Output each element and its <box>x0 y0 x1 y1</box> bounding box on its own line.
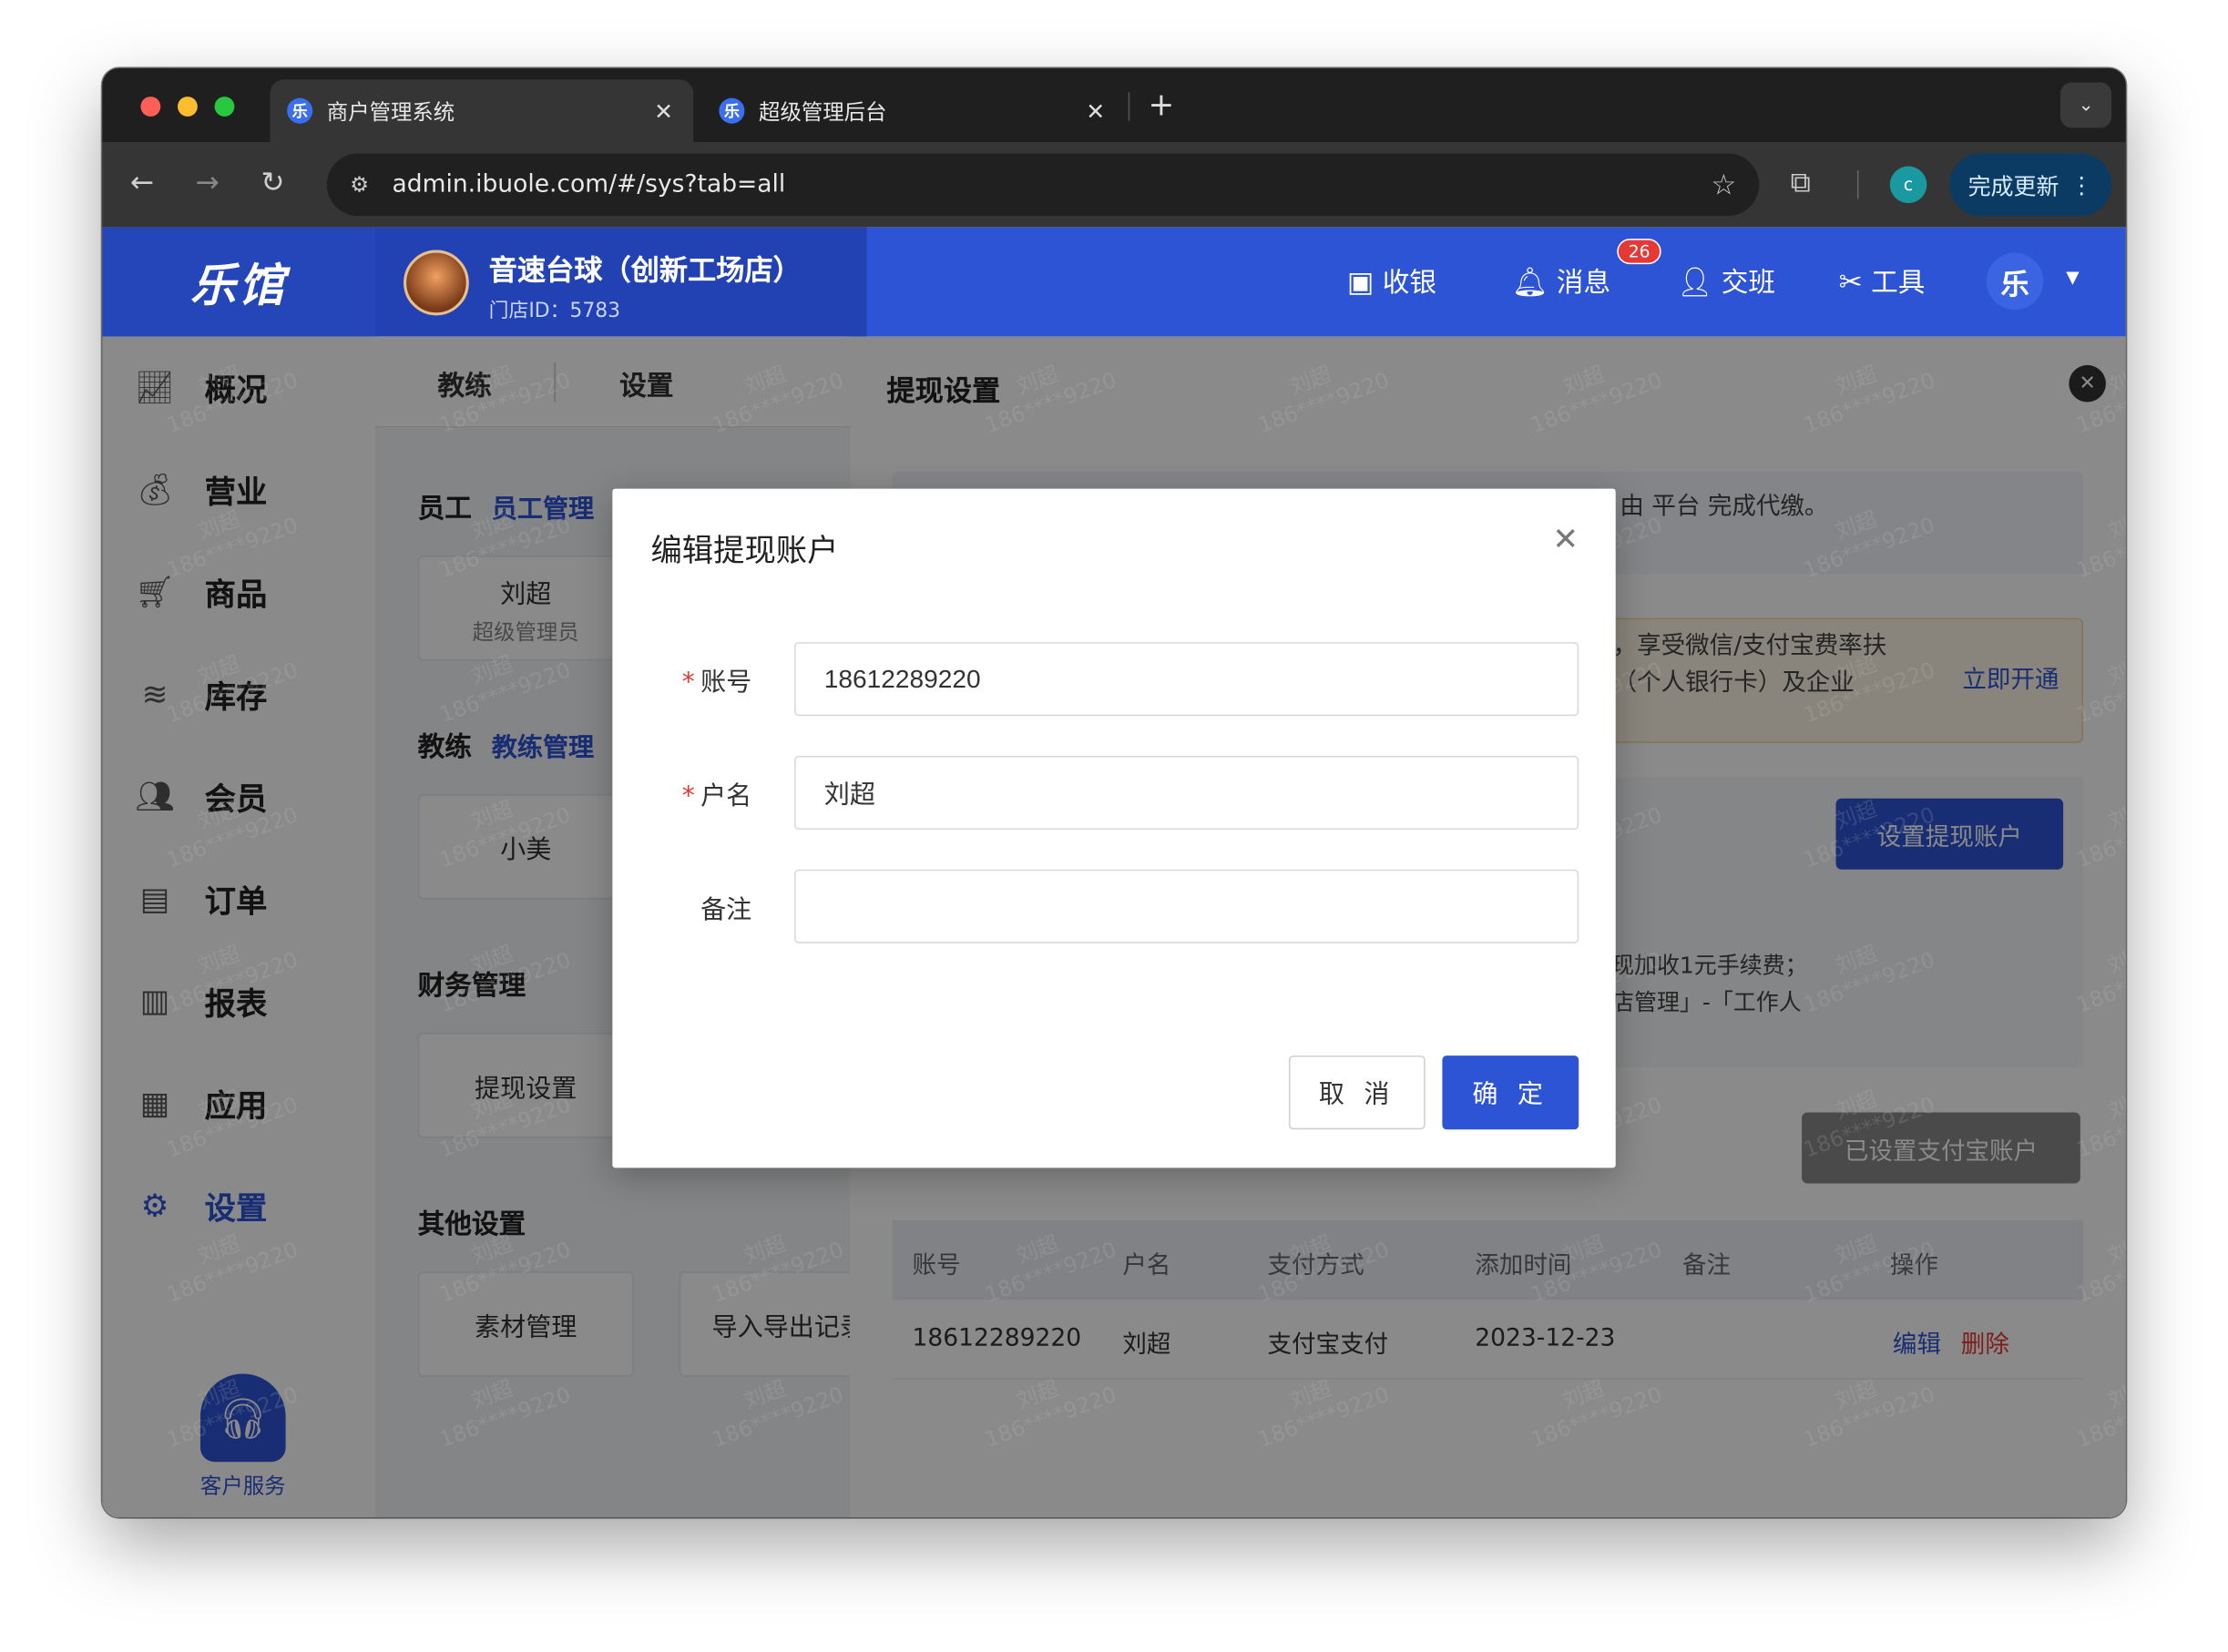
close-icon[interactable]: ✕ <box>650 97 676 125</box>
logo-text: 乐馆 <box>190 258 288 312</box>
name-input[interactable] <box>794 755 1579 831</box>
tab-search-button[interactable]: ⌄ <box>2060 82 2112 128</box>
cancel-button[interactable]: 取 消 <box>1288 1055 1426 1130</box>
edit-account-dialog: 编辑提现账户 ✕ *账号 *户名 备注 取 消 确 定 <box>612 488 1616 1168</box>
browser-window: 乐 商户管理系统 ✕ 乐 超级管理后台 ✕ + ⌄ ← → ↻ ⚙ admin.… <box>102 67 2126 1518</box>
dialog-title: 编辑提现账户 <box>650 534 839 570</box>
more-vert-icon: ⋮ <box>2070 170 2093 199</box>
tools-button[interactable]: ✂ 工具 <box>1839 261 1926 300</box>
update-label: 完成更新 <box>1967 173 2059 200</box>
close-icon[interactable]: ✕ <box>1083 97 1109 125</box>
back-icon[interactable]: ← <box>122 165 162 199</box>
tab-super-admin[interactable]: 乐 超级管理后台 ✕ <box>702 79 1126 142</box>
caret-down-icon[interactable]: ▼ <box>2066 267 2079 287</box>
forward-icon[interactable]: → <box>188 165 228 199</box>
name-label-text: 户名 <box>700 780 752 811</box>
tab-merchant-system[interactable]: 乐 商户管理系统 ✕ <box>270 79 694 142</box>
favicon-icon: 乐 <box>719 97 745 124</box>
store-avatar <box>404 250 469 316</box>
bookmark-star-icon[interactable]: ☆ <box>1711 168 1736 201</box>
messages-button[interactable]: 🔔︎ 消息 <box>1512 261 1610 300</box>
tools-icon: ✂ <box>1838 263 1863 298</box>
cashier-label: 收银 <box>1382 267 1437 299</box>
reload-icon[interactable]: ↻ <box>253 165 293 199</box>
messages-label: 消息 <box>1556 267 1611 299</box>
app-header: 乐馆 音速台球（创新工场店） 门店ID：5783 ▣ 收银 🔔︎ 消息 26 👤… <box>102 227 2126 337</box>
new-tab-icon[interactable]: + <box>1148 88 1174 124</box>
user-switch-icon: 👤︎ <box>1676 263 1713 298</box>
toolbar-divider <box>1856 170 1859 199</box>
handover-button[interactable]: 👤︎ 交班 <box>1677 261 1775 300</box>
site-info-icon[interactable]: ⚙ <box>338 163 381 206</box>
cashier-button[interactable]: ▣ 收银 <box>1347 261 1436 300</box>
account-label: * 账号 <box>678 662 751 699</box>
profile-avatar[interactable]: c <box>1889 166 1927 204</box>
remark-input[interactable] <box>794 869 1579 943</box>
account-input[interactable] <box>794 642 1579 717</box>
confirm-button[interactable]: 确 定 <box>1442 1055 1579 1130</box>
store-name: 音速台球（创新工场店） <box>488 252 802 288</box>
required-mark: * <box>681 668 695 698</box>
remark-label: 备注 <box>700 894 752 925</box>
tab-title: 超级管理后台 <box>759 98 887 125</box>
required-mark: * <box>681 780 695 811</box>
tab-strip: 乐 商户管理系统 ✕ 乐 超级管理后台 ✕ + ⌄ <box>102 67 2126 142</box>
extensions-icon[interactable]: ⧉ <box>1791 165 1811 199</box>
account-label-text: 账号 <box>700 668 752 698</box>
user-avatar[interactable]: 乐 <box>1986 252 2044 311</box>
store-id: 门店ID：5783 <box>488 300 621 323</box>
handover-label: 交班 <box>1721 267 1776 299</box>
name-label: * 户名 <box>678 776 751 813</box>
screenshot-stage: 乐 商户管理系统 ✕ 乐 超级管理后台 ✕ + ⌄ ← → ↻ ⚙ admin.… <box>0 0 2228 1652</box>
tab-title: 商户管理系统 <box>326 98 455 125</box>
url-text[interactable]: admin.ibuole.com/#/sys?tab=all <box>393 170 1712 199</box>
bell-icon: 🔔︎ <box>1511 263 1548 298</box>
favicon-icon: 乐 <box>287 97 313 124</box>
close-icon[interactable]: ✕ <box>1552 523 1579 558</box>
browser-toolbar: ← → ↻ ⚙ admin.ibuole.com/#/sys?tab=all ☆… <box>102 142 2126 228</box>
tools-label: 工具 <box>1871 267 1926 299</box>
tab-divider <box>1128 92 1130 121</box>
close-window-button[interactable] <box>140 97 161 117</box>
app-content: 乐馆 音速台球（创新工场店） 门店ID：5783 ▣ 收银 🔔︎ 消息 26 👤… <box>102 227 2126 1518</box>
message-count-badge: 26 <box>1617 239 1662 265</box>
maximize-window-button[interactable] <box>214 97 235 117</box>
address-bar[interactable]: ⚙ admin.ibuole.com/#/sys?tab=all ☆ <box>326 153 1760 217</box>
cash-register-icon: ▣ <box>1346 263 1375 298</box>
store-switcher[interactable]: 音速台球（创新工场店） 门店ID：5783 <box>374 227 867 337</box>
app-logo[interactable]: 乐馆 <box>102 227 375 337</box>
update-button[interactable]: 完成更新 ⋮ <box>1949 153 2112 217</box>
minimize-window-button[interactable] <box>178 97 198 117</box>
chevron-down-icon: ⌄ <box>2078 94 2094 117</box>
